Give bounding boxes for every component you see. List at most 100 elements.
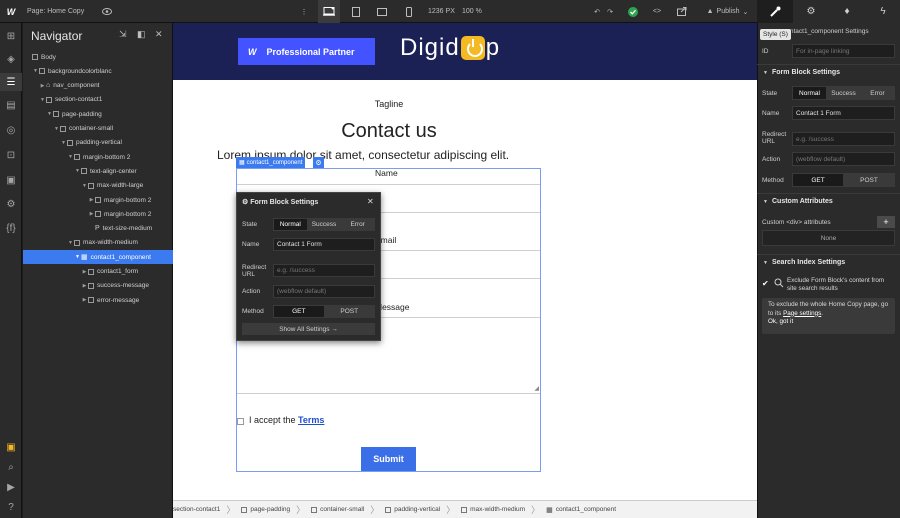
name-field-input[interactable]: Contact 1 Form	[792, 106, 895, 120]
caret-down-icon[interactable]: ▼	[46, 111, 53, 117]
navigator-item[interactable]: ▶ error-message	[23, 293, 173, 307]
style-tab-brush-icon[interactable]	[757, 0, 793, 23]
finsweet-icon[interactable]: {f}	[0, 219, 22, 237]
video-icon[interactable]: ▶	[0, 478, 22, 496]
close-icon[interactable]: ✕	[155, 29, 163, 40]
form-block-section-header[interactable]: ▼ Form Block Settings	[757, 64, 900, 80]
resize-handle-icon[interactable]: ◢	[534, 385, 539, 392]
ok-got-it-button[interactable]: Ok, got it	[768, 318, 793, 325]
breadcrumb-item[interactable]: container-small	[305, 506, 370, 513]
more-icon[interactable]: ⋮	[300, 0, 308, 23]
caret-right-icon[interactable]: ▶	[88, 211, 95, 217]
navigator-item[interactable]: ▼ section-contact1	[23, 93, 173, 107]
popup-method-get[interactable]: GET	[274, 306, 325, 317]
breadcrumb-item[interactable]: section-contact1	[173, 506, 226, 513]
action-input[interactable]: (webflow default)	[792, 152, 895, 166]
popup-redirect-input[interactable]: e.g. /success	[273, 264, 375, 277]
redirect-input[interactable]: e.g. /success	[792, 132, 895, 146]
state-normal[interactable]: Normal	[793, 87, 827, 99]
redo-icon[interactable]: ↷	[604, 0, 616, 23]
navigator-item[interactable]: Ptext-size-medium	[23, 222, 173, 236]
code-icon[interactable]: <>	[650, 0, 664, 23]
caret-right-icon[interactable]: ▶	[39, 83, 46, 89]
help-icon[interactable]: ?	[0, 498, 22, 516]
page-selector[interactable]: Page: Home Copy	[27, 0, 84, 23]
professional-partner-badge[interactable]: W Professional Partner	[238, 38, 375, 65]
pages-icon[interactable]: ▤	[0, 96, 22, 114]
popup-state-success[interactable]: Success	[307, 219, 342, 230]
close-popup-icon[interactable]: ✕	[367, 197, 374, 206]
caret-down-icon[interactable]: ▼	[32, 68, 39, 74]
interactions-tab-drops-icon[interactable]: ♦	[829, 0, 865, 23]
collapse-all-icon[interactable]: ⇲	[119, 29, 127, 40]
navigator-item[interactable]: ▼ text-align-center	[23, 164, 173, 178]
lightning-tab-icon[interactable]: ϟ	[865, 0, 900, 23]
digidop-logo[interactable]: Digid p	[400, 34, 500, 62]
navigator-item[interactable]: ▶ margin-bottom 2	[23, 193, 173, 207]
method-get[interactable]: GET	[793, 174, 844, 186]
settings-gear-icon[interactable]: ⚙	[0, 195, 22, 213]
navigator-item[interactable]: ▼ container-small	[23, 122, 173, 136]
caret-right-icon[interactable]: ▶	[81, 283, 88, 289]
page-settings-link[interactable]: Page settings	[783, 310, 821, 317]
app-icon[interactable]: ▣	[0, 438, 22, 456]
method-post[interactable]: POST	[844, 174, 894, 186]
caret-right-icon[interactable]: ▶	[88, 197, 95, 203]
desktop-breakpoint-icon[interactable]	[318, 0, 340, 23]
breadcrumb-item[interactable]: max-width-medium	[455, 506, 531, 513]
component-tag[interactable]: ▦ contact1_component	[236, 157, 306, 168]
caret-down-icon[interactable]: ▼	[81, 183, 88, 189]
caret-down-icon[interactable]: ▼	[74, 168, 81, 174]
submit-button[interactable]: Submit	[361, 447, 416, 471]
eye-icon[interactable]	[100, 0, 114, 23]
dock-icon[interactable]: ◧	[137, 29, 146, 40]
popup-name-input[interactable]: Contact 1 Form	[273, 238, 375, 251]
navigator-item[interactable]: ▼ padding-vertical	[23, 136, 173, 150]
caret-down-icon[interactable]: ▼	[67, 240, 74, 246]
search-index-header[interactable]: ▼ Search Index Settings	[757, 254, 900, 270]
popup-state-normal[interactable]: Normal	[274, 219, 308, 230]
share-icon[interactable]	[675, 0, 689, 23]
search-icon[interactable]: ⌕	[0, 458, 22, 476]
breadcrumb-item[interactable]: page-padding	[235, 506, 296, 513]
state-error[interactable]: Error	[861, 87, 894, 99]
add-icon[interactable]: ⊞	[0, 27, 22, 45]
status-check-icon[interactable]	[626, 0, 640, 23]
assets-icon[interactable]: ▣	[0, 171, 22, 189]
caret-right-icon[interactable]: ▶	[81, 269, 88, 275]
breadcrumb-item[interactable]: padding-vertical	[379, 506, 446, 513]
popup-action-input[interactable]: (webflow default)	[273, 285, 375, 298]
navigator-item[interactable]: ▼ ▦ contact1_component	[23, 250, 173, 265]
caret-down-icon[interactable]: ▼	[74, 254, 81, 260]
landscape-breakpoint-icon[interactable]	[371, 0, 393, 23]
breadcrumb-item[interactable]: ▦ contact1_component	[540, 506, 622, 514]
terms-link[interactable]: Terms	[298, 415, 324, 425]
navigator-item[interactable]: ▶ margin-bottom 2	[23, 207, 173, 221]
caret-down-icon[interactable]: ▼	[39, 97, 46, 103]
state-success[interactable]: Success	[827, 87, 861, 99]
caret-down-icon[interactable]: ▼	[67, 154, 74, 160]
exclude-checkbox-check-icon[interactable]: ✔	[762, 280, 770, 288]
caret-right-icon[interactable]: ▶	[81, 297, 88, 303]
custom-attributes-header[interactable]: ▼ Custom Attributes	[757, 193, 900, 209]
popup-state-error[interactable]: Error	[341, 219, 375, 230]
navigator-item[interactable]: ▼ max-width-medium	[23, 236, 173, 250]
navigator-item[interactable]: ▶ success-message	[23, 279, 173, 293]
navigator-item[interactable]: ▶ contact1_form	[23, 265, 173, 279]
navigator-item[interactable]: ▼ backgroundcolorblanc	[23, 64, 173, 78]
webflow-logo[interactable]: W	[0, 0, 22, 23]
navigator-item[interactable]: ▶ ⌂ nav_component	[23, 79, 173, 93]
caret-down-icon[interactable]: ▼	[53, 126, 60, 132]
ecommerce-icon[interactable]: ⊡	[0, 146, 22, 164]
id-input[interactable]: For in-page linking	[792, 44, 895, 58]
cms-icon[interactable]: ◎	[0, 121, 22, 139]
undo-icon[interactable]: ↶	[591, 0, 603, 23]
add-attribute-button[interactable]: +	[877, 216, 895, 228]
mobile-breakpoint-icon[interactable]	[398, 0, 420, 23]
tablet-breakpoint-icon[interactable]	[345, 0, 367, 23]
components-icon[interactable]: ◈	[0, 50, 22, 68]
navigator-item[interactable]: ▼ max-width-large	[23, 179, 173, 193]
navigator-item[interactable]: Body	[23, 50, 173, 64]
settings-tab-gear-icon[interactable]: ⚙	[793, 0, 829, 23]
component-settings-gear-icon[interactable]: ⚙	[313, 157, 324, 168]
